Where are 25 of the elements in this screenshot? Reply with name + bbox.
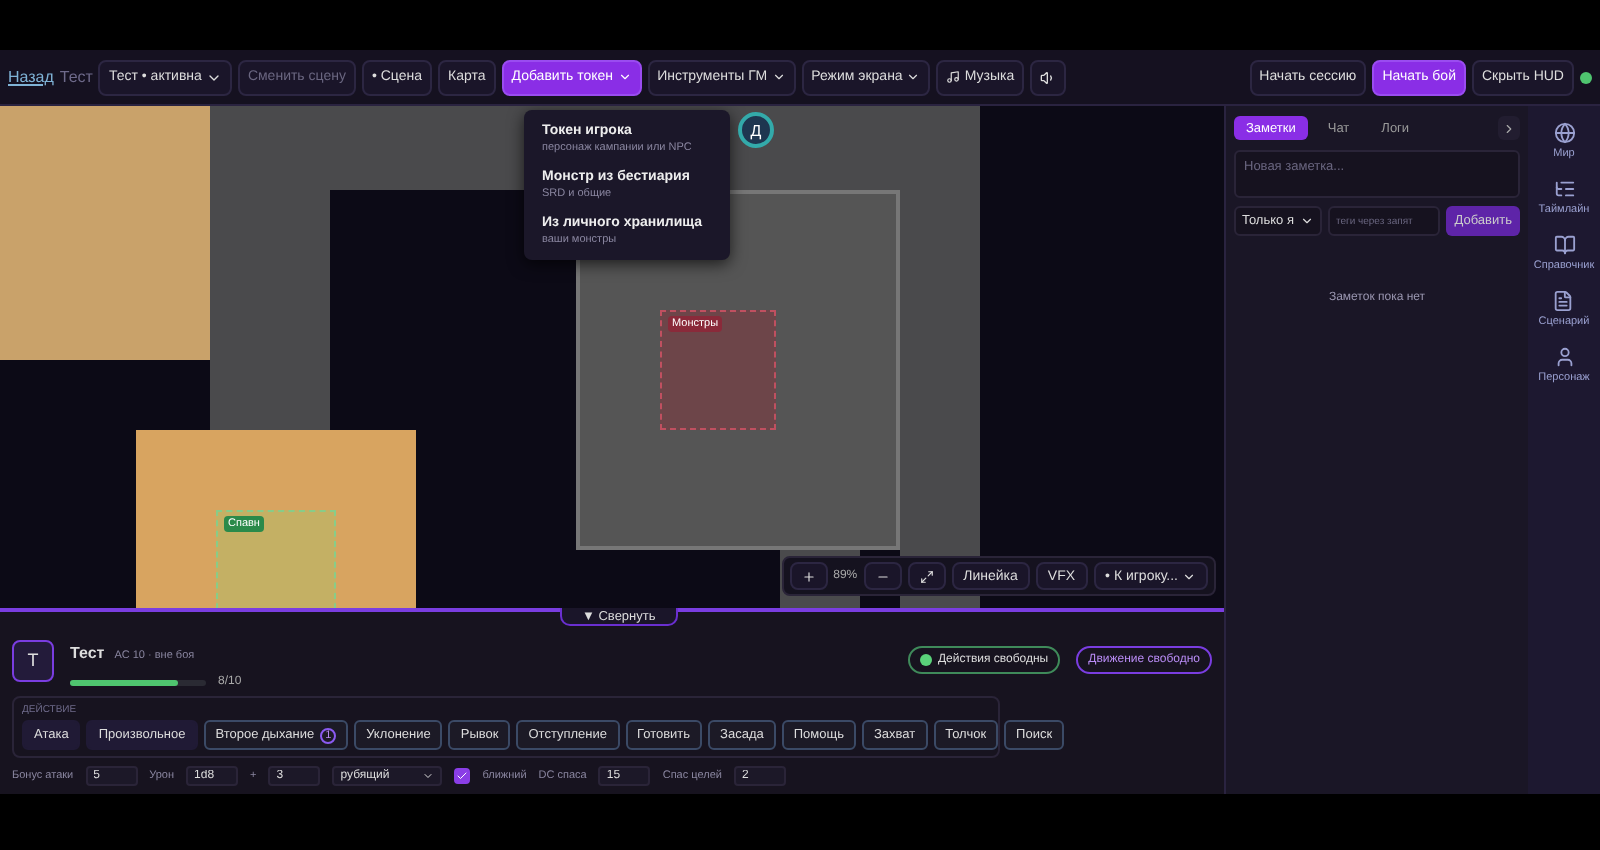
timeline-icon	[1553, 178, 1575, 200]
chevron-down-icon	[771, 70, 786, 84]
globe-icon	[1553, 122, 1575, 144]
campaign-name: Тест	[59, 68, 93, 86]
next-button[interactable]	[1498, 116, 1520, 140]
person-icon	[1553, 346, 1575, 368]
fit-button[interactable]	[907, 562, 946, 590]
character-avatar: Т	[12, 639, 54, 681]
chevron-right-icon	[1502, 121, 1516, 135]
back-link[interactable]: Назад	[8, 68, 54, 86]
character-name: Тест	[70, 644, 105, 662]
chevron-down-icon	[1182, 569, 1196, 583]
chevron-down-icon	[1300, 214, 1314, 228]
chevron-down-icon	[422, 770, 435, 782]
checkbox[interactable]	[454, 768, 471, 784]
script-icon	[1552, 290, 1575, 312]
zoom-in-button[interactable]	[789, 562, 828, 590]
sound-button[interactable]	[1030, 59, 1067, 95]
chevron-down-icon	[906, 70, 921, 84]
speaker-icon	[1040, 69, 1057, 85]
plus-icon	[801, 569, 816, 583]
music-note-icon	[946, 70, 961, 84]
chevron-down-icon	[617, 70, 632, 84]
book-icon	[1553, 234, 1575, 256]
expand-icon	[919, 569, 934, 583]
